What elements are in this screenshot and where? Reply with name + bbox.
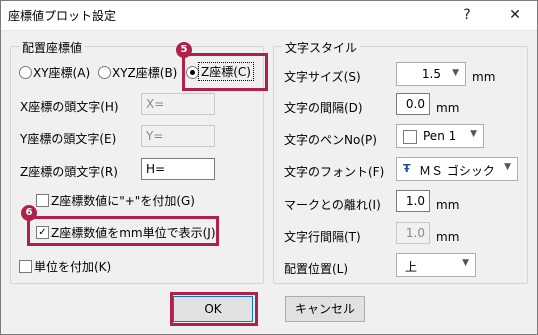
text-size-dropdown-icon[interactable]: ▼ bbox=[452, 68, 459, 78]
font-type-icon: Ŧ bbox=[403, 162, 411, 175]
placement-position-value: 上 bbox=[405, 260, 418, 274]
z-prefix-field[interactable]: H= bbox=[141, 158, 215, 180]
ok-button[interactable]: OK bbox=[173, 296, 253, 322]
x-prefix-field[interactable]: X= bbox=[141, 93, 215, 115]
placement-position-dropdown-icon[interactable]: ▼ bbox=[462, 258, 469, 268]
unit-checkbox[interactable] bbox=[19, 260, 32, 273]
help-button[interactable]: ? bbox=[452, 4, 482, 26]
radio-xy-label[interactable]: XY座標(A) bbox=[33, 64, 90, 81]
text-size-spinner[interactable]: 1.5 ▼ bbox=[396, 62, 466, 86]
text-font-value: ＭＳ ゴシック bbox=[419, 164, 495, 178]
radio-z-label[interactable]: Z座標(C) bbox=[198, 62, 254, 81]
text-spacing-label: 文字の間隔(D) bbox=[284, 101, 363, 115]
cancel-button[interactable]: キャンセル bbox=[285, 296, 365, 322]
close-button[interactable]: ✕ bbox=[500, 4, 530, 26]
pen-number-dropdown-icon[interactable]: ▼ bbox=[470, 129, 477, 139]
callout-badge-5: 5 bbox=[176, 42, 192, 58]
text-size-label: 文字サイズ(S) bbox=[284, 70, 361, 84]
pen-number-label: 文字のペンNo(P) bbox=[284, 133, 377, 147]
mark-gap-unit: mm bbox=[436, 198, 460, 212]
mm-checkbox[interactable]: ✓ bbox=[36, 226, 49, 239]
pen-number-select[interactable]: Pen 1 ▼ bbox=[396, 124, 484, 148]
y-prefix-field[interactable]: Y= bbox=[141, 125, 215, 147]
placement-position-label: 配置位置(L) bbox=[284, 262, 349, 276]
callout-badge-6: 6 bbox=[21, 205, 37, 221]
y-prefix-label: Y座標の頭文字(E) bbox=[20, 132, 117, 146]
text-size-unit: mm bbox=[472, 70, 496, 84]
placement-position-select[interactable]: 上 ▼ bbox=[396, 253, 476, 277]
text-style-title: 文字スタイル bbox=[282, 39, 361, 56]
line-spacing-field[interactable]: 1.0 bbox=[396, 222, 430, 244]
text-font-select[interactable]: Ŧ ＭＳ ゴシック ▼ bbox=[396, 157, 518, 181]
line-spacing-label: 文字行間隔(T) bbox=[284, 230, 361, 244]
pen-color-swatch bbox=[403, 130, 417, 144]
plus-checkbox-label[interactable]: Z座標数値に"+"を付加(G) bbox=[51, 192, 195, 209]
text-font-dropdown-icon[interactable]: ▼ bbox=[504, 162, 511, 172]
radio-xyz-label[interactable]: XYZ座標(B) bbox=[112, 64, 177, 81]
placement-coordinates-title: 配置座標値 bbox=[19, 39, 86, 56]
x-prefix-label: X座標の頭文字(H) bbox=[20, 100, 119, 114]
window-title: 座標値プロット設定 bbox=[8, 9, 117, 23]
text-spacing-unit: mm bbox=[436, 101, 460, 115]
radio-xy[interactable] bbox=[19, 66, 32, 79]
mark-gap-label: マークとの離れ(I) bbox=[284, 198, 381, 212]
text-font-label: 文字のフォント(F) bbox=[284, 165, 385, 179]
text-spacing-field[interactable]: 0.0 bbox=[396, 93, 430, 115]
pen-number-value: Pen 1 bbox=[423, 129, 457, 143]
mm-checkbox-label[interactable]: Z座標数値をmm単位で表示(J) bbox=[51, 224, 216, 241]
plus-checkbox[interactable] bbox=[36, 194, 49, 207]
text-size-value: 1.5 bbox=[421, 67, 441, 81]
z-prefix-label: Z座標の頭文字(R) bbox=[20, 165, 118, 179]
title-bar: 座標値プロット設定 ? ✕ bbox=[0, 0, 538, 31]
line-spacing-unit: mm bbox=[436, 230, 460, 244]
unit-checkbox-label[interactable]: 単位を付加(K) bbox=[34, 258, 111, 275]
mark-gap-field[interactable]: 1.0 bbox=[396, 190, 430, 212]
radio-xyz[interactable] bbox=[98, 66, 111, 79]
